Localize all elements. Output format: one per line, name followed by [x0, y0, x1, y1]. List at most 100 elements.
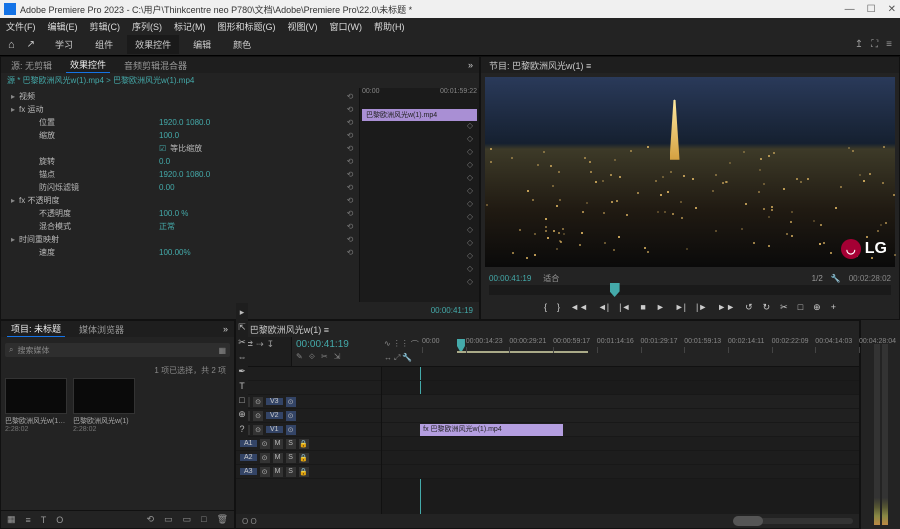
- menu-item[interactable]: 剪辑(C): [90, 20, 121, 33]
- tool-button[interactable]: □: [239, 395, 244, 405]
- transport-button[interactable]: ◄◄: [570, 302, 588, 312]
- timeline-clip[interactable]: fx 巴黎欧洲风光w(1).mp4: [420, 424, 563, 436]
- timeline-zoom-slider[interactable]: [733, 518, 853, 524]
- ec-prop-value[interactable]: 100.0: [159, 131, 179, 140]
- tab-edit[interactable]: 编辑: [185, 35, 219, 54]
- program-video-display[interactable]: ◡ LG: [485, 77, 895, 267]
- timeline-track-area[interactable]: fx 巴黎欧洲风光w(1).mp4: [382, 367, 859, 514]
- keyframe-reset-icon[interactable]: ⟲: [345, 209, 355, 218]
- project-search-input[interactable]: ⌕ 搜索媒体 ▦: [5, 343, 230, 357]
- track-toggle[interactable]: M: [273, 439, 283, 449]
- project-item[interactable]: 巴黎欧洲风光w(1)2:28:02: [73, 378, 135, 433]
- tl-mode-icon[interactable]: ↧: [267, 339, 275, 350]
- timeline-track-collapse[interactable]: O O: [242, 517, 257, 526]
- audio-track-lane[interactable]: [382, 437, 859, 451]
- settings-icon[interactable]: ≡: [886, 39, 892, 50]
- keyframe-reset-icon[interactable]: ⟲: [345, 170, 355, 179]
- menu-item[interactable]: 编辑(E): [48, 20, 78, 33]
- transport-button[interactable]: |►: [696, 302, 707, 312]
- ec-property-row[interactable]: 混合模式正常⟲: [5, 220, 355, 233]
- video-track-lane[interactable]: fx 巴黎欧洲风光w(1).mp4: [382, 423, 859, 437]
- ec-property-row[interactable]: 防闪烁滤镜0.00⟲: [5, 181, 355, 194]
- menu-item[interactable]: 标记(M): [174, 20, 206, 33]
- track-toggle[interactable]: M: [273, 467, 283, 477]
- tool-button[interactable]: ⊕: [238, 409, 246, 420]
- project-view-button[interactable]: T: [41, 515, 47, 525]
- video-track-header[interactable]: fx⊙V3⊙: [236, 395, 381, 409]
- video-track-header[interactable]: fx⊙V1⊙: [236, 423, 381, 437]
- transport-button[interactable]: }: [557, 302, 560, 312]
- program-playhead[interactable]: [610, 283, 620, 297]
- video-track-header[interactable]: fx⊙V2⊙: [236, 409, 381, 423]
- tab-learn[interactable]: 学习: [47, 35, 81, 54]
- ec-property-row[interactable]: 速度100.00%⟲: [5, 246, 355, 259]
- transport-button[interactable]: ⊕: [813, 302, 821, 313]
- keyframe-reset-icon[interactable]: ⟲: [345, 105, 355, 114]
- tool-button[interactable]: ✒: [238, 366, 246, 377]
- ec-property-row[interactable]: ☑等比缩放 ⟲: [5, 142, 355, 155]
- ec-prop-value[interactable]: 1920.0 1080.0: [159, 118, 210, 127]
- track-toggle[interactable]: 🔒: [299, 453, 309, 463]
- transport-button[interactable]: ►►: [717, 302, 735, 312]
- ec-property-row[interactable]: 锚点1920.0 1080.0⟲: [5, 168, 355, 181]
- maximize-button[interactable]: ☐: [867, 4, 876, 15]
- track-toggle[interactable]: S: [286, 453, 296, 463]
- close-button[interactable]: ✕: [888, 4, 896, 15]
- ec-property-row[interactable]: ▸fx 不透明度⟲: [5, 194, 355, 207]
- tl-edit-icon[interactable]: ✎: [296, 352, 303, 362]
- keyframe-reset-icon[interactable]: ⟲: [345, 196, 355, 205]
- ec-prop-value[interactable]: 正常: [159, 221, 175, 232]
- tab-effect-controls[interactable]: 效果控件: [127, 35, 179, 54]
- ec-property-row[interactable]: 缩放100.0⟲: [5, 129, 355, 142]
- project-item[interactable]: 巴黎欧洲风光w(1).mp42:28:02: [5, 378, 67, 433]
- timeline-timecode[interactable]: 00:00:41:19: [296, 339, 378, 350]
- project-action-button[interactable]: 🗑: [217, 514, 228, 525]
- tool-button[interactable]: ⇔: [238, 352, 247, 362]
- keyframe-reset-icon[interactable]: ⟲: [345, 222, 355, 231]
- tl-snap-icon[interactable]: ⤢: [394, 353, 400, 364]
- export-icon[interactable]: ↗: [27, 39, 35, 50]
- transport-button[interactable]: +: [831, 302, 836, 312]
- tl-snap-icon[interactable]: ∿: [384, 339, 391, 351]
- tab-audio-mixer[interactable]: 音频剪辑混合器: [120, 58, 191, 73]
- transport-button[interactable]: ■: [640, 302, 645, 312]
- program-res[interactable]: 1/2: [812, 274, 823, 283]
- transport-button[interactable]: |◄: [619, 302, 630, 312]
- tab-source[interactable]: 源: 无剪辑: [7, 58, 56, 73]
- ec-prop-value[interactable]: 0.00: [159, 183, 175, 192]
- menu-item[interactable]: 图形和标题(G): [218, 20, 276, 33]
- project-action-button[interactable]: ▭: [183, 514, 192, 525]
- tl-edit-icon[interactable]: ✂: [321, 352, 328, 362]
- transport-button[interactable]: ►: [656, 302, 665, 312]
- ec-prop-value[interactable]: ☑等比缩放: [159, 143, 202, 154]
- ec-property-row[interactable]: 旋转0.0⟲: [5, 155, 355, 168]
- home-icon[interactable]: ⌂: [8, 39, 15, 51]
- tl-edit-icon[interactable]: ⇲: [334, 352, 341, 362]
- track-toggle[interactable]: 🔒: [299, 467, 309, 477]
- keyframe-reset-icon[interactable]: ⟲: [345, 157, 355, 166]
- ec-property-row[interactable]: ▸fx 运动⟲: [5, 103, 355, 116]
- tab-project[interactable]: 项目: 未标题: [7, 321, 65, 337]
- transport-button[interactable]: ✂: [780, 302, 788, 313]
- keyframe-reset-icon[interactable]: ⟲: [345, 144, 355, 153]
- settings-icon[interactable]: 🔧: [831, 274, 841, 283]
- tool-button[interactable]: ?: [239, 424, 244, 434]
- transport-button[interactable]: ↺: [745, 302, 753, 313]
- transport-button[interactable]: ↻: [763, 302, 771, 313]
- project-view-button[interactable]: ≡: [26, 515, 31, 525]
- project-action-button[interactable]: ▭: [164, 514, 173, 525]
- tab-assembly[interactable]: 组件: [87, 35, 121, 54]
- track-toggle[interactable]: S: [286, 439, 296, 449]
- audio-track-lane[interactable]: [382, 465, 859, 479]
- minimize-button[interactable]: —: [845, 4, 855, 15]
- audio-track-header[interactable]: A2⊙MS🔒: [236, 451, 381, 465]
- track-toggle[interactable]: ⊙: [260, 453, 270, 463]
- ec-property-row[interactable]: ▸时间重映射⟲: [5, 233, 355, 246]
- audio-track-header[interactable]: A3⊙MS🔒: [236, 465, 381, 479]
- audio-track-header[interactable]: A1⊙MS🔒: [236, 437, 381, 451]
- project-view-button[interactable]: ▦: [7, 514, 16, 525]
- tl-snap-icon[interactable]: ↔: [384, 353, 392, 364]
- share-icon[interactable]: ↥: [855, 39, 863, 50]
- track-toggle[interactable]: S: [286, 467, 296, 477]
- keyframe-reset-icon[interactable]: ⟲: [345, 118, 355, 127]
